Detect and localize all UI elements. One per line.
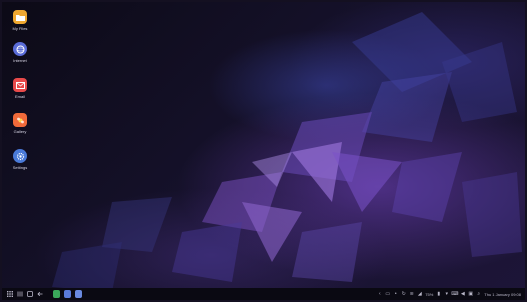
contacts-app-icon[interactable] — [75, 290, 82, 298]
desktop-icon-label: Email — [14, 94, 25, 99]
folder-icon — [13, 10, 27, 24]
desktop-icon-email[interactable]: Email — [8, 78, 32, 99]
desktop-icon-internet[interactable]: Internet — [8, 42, 32, 63]
search-icon[interactable]: ⌕ — [476, 291, 481, 297]
desktop: My Files Internet Email Gallery Settings — [2, 2, 525, 300]
desktop-icon-my-files[interactable]: My Files — [8, 10, 32, 31]
battery-icon: ▮ — [437, 290, 441, 297]
apps-icon[interactable] — [7, 291, 13, 297]
chevron-down-icon[interactable]: ▾ — [444, 291, 449, 297]
desktop-icon-settings[interactable]: Settings — [8, 149, 32, 170]
desktop-icon-label: Gallery — [13, 129, 27, 134]
internet-app-icon[interactable] — [64, 290, 71, 298]
home-icon[interactable] — [27, 291, 33, 297]
battery-percent: 75% — [425, 291, 434, 297]
volume-icon[interactable]: ◀ — [460, 291, 465, 297]
keyboard-icon[interactable]: ⌨ — [451, 291, 458, 297]
recent-apps-icon[interactable] — [17, 291, 23, 297]
wifi-icon[interactable]: ≋ — [409, 291, 414, 297]
gallery-icon — [13, 113, 27, 127]
desktop-icon-label: Internet — [13, 58, 27, 63]
email-icon — [13, 78, 27, 92]
back-icon[interactable] — [37, 291, 43, 297]
internet-icon — [13, 42, 27, 56]
sync-icon[interactable]: ↻ — [401, 291, 406, 297]
taskbar-left — [2, 290, 82, 298]
desktop-icon-label: My Files — [12, 26, 28, 31]
signal-icon[interactable]: ◢ — [417, 291, 422, 297]
settings-icon — [13, 149, 27, 163]
wallpaper — [52, 12, 522, 292]
desktop-icon-gallery[interactable]: Gallery — [8, 113, 32, 134]
desktop-icon-label: Settings — [12, 165, 28, 170]
taskbar: ‹ ▭ • ↻ ≋ ◢ 75% ▮ ▾ ⌨ ◀ ▣ ⌕ Thu 1 Januar… — [2, 288, 525, 300]
notification-icon[interactable]: • — [393, 291, 398, 297]
clock[interactable]: Thu 1 January 09:08 — [484, 292, 521, 297]
phone-app-icon[interactable] — [53, 290, 60, 298]
screenshot-icon[interactable]: ▭ — [385, 291, 390, 297]
display-icon[interactable]: ▣ — [468, 291, 473, 297]
chevron-left-icon[interactable]: ‹ — [377, 291, 382, 297]
system-tray: ‹ ▭ • ↻ ≋ ◢ 75% ▮ ▾ ⌨ ◀ ▣ ⌕ Thu 1 Januar… — [377, 290, 525, 297]
